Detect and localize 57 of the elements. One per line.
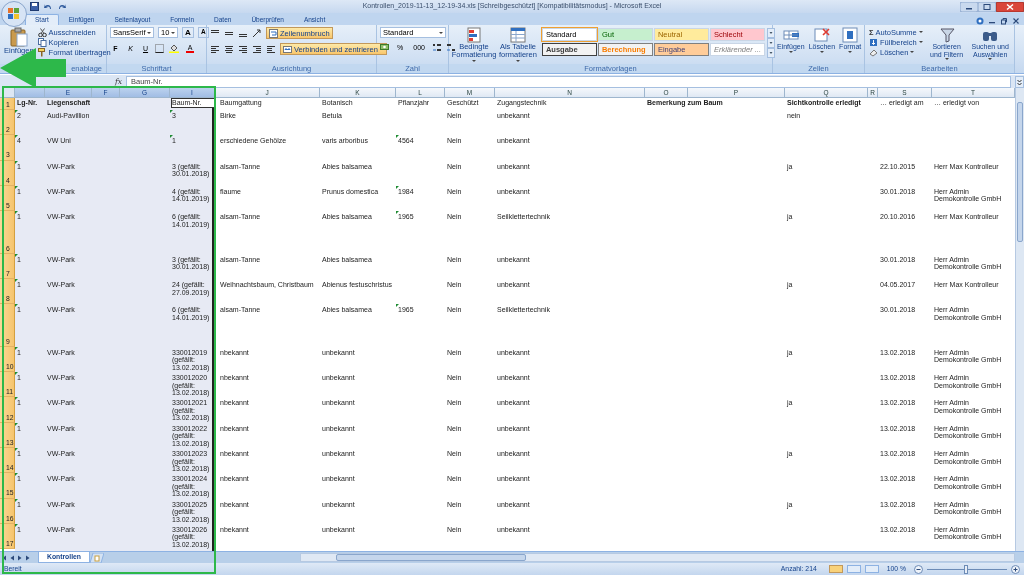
last-sheet-icon[interactable] [24,553,32,562]
caret-icon[interactable] [944,58,949,61]
redo-icon[interactable] [57,2,67,11]
fill-color-icon[interactable] [169,43,180,53]
grow-font-button[interactable]: A [182,27,194,38]
next-sheet-icon[interactable] [16,553,24,562]
undo-icon[interactable] [43,2,53,11]
zoom-in-icon[interactable] [1011,564,1020,574]
insert-cells-icon [782,27,799,43]
caret-icon[interactable] [918,41,923,43]
table-format-icon [509,27,526,43]
caret-icon[interactable] [788,50,793,53]
eraser-icon [869,47,878,57]
caret-icon[interactable] [848,50,853,53]
increase-indent-icon[interactable] [266,44,276,54]
caret-icon[interactable] [819,50,824,53]
orientation-icon[interactable] [252,28,262,38]
save-icon[interactable] [30,2,39,11]
copy-icon [37,37,47,47]
caret-icon[interactable] [472,59,476,62]
caret-icon[interactable] [515,59,520,62]
border-icon[interactable] [155,43,166,53]
fill-down-icon [869,37,878,47]
zoom-slider-thumb[interactable] [964,564,968,574]
clipboard-icon [9,27,28,47]
align-center-icon[interactable] [224,44,234,54]
minimize-button[interactable] [960,1,978,12]
caret-icon[interactable] [910,51,915,53]
brush-icon [37,47,47,57]
close-icon[interactable] [1012,17,1020,25]
caret-icon[interactable] [171,31,175,34]
currency-icon[interactable] [380,43,390,52]
merge-icon [283,44,292,54]
caret-icon[interactable] [988,58,993,61]
wrap-text-icon [269,28,278,38]
help-icon[interactable] [976,17,984,25]
decrease-indent-icon[interactable] [252,44,262,54]
caret-icon[interactable] [147,31,151,34]
close-button[interactable] [996,1,1024,12]
align-right-icon[interactable] [238,44,248,54]
zoom-out-icon[interactable] [914,564,923,574]
caret-icon[interactable] [918,31,923,33]
vertical-scrollbar[interactable] [1015,88,1024,551]
restore-icon[interactable] [1000,17,1008,25]
previous-sheet-icon[interactable] [8,553,16,562]
caret-icon[interactable] [439,31,443,34]
conditional-format-icon [466,27,482,43]
cell-format-icon [842,27,859,43]
sort-filter-icon [938,27,955,43]
scissors-icon [37,27,47,37]
increase-decimal-icon[interactable] [431,43,442,52]
decrease-decimal-icon[interactable] [445,43,456,52]
expand-icon[interactable] [1015,75,1024,88]
horizontal-scrollbar[interactable] [300,553,1015,562]
delete-cells-icon [813,27,830,43]
align-left-icon[interactable] [210,44,220,54]
maximize-button[interactable] [978,1,996,12]
